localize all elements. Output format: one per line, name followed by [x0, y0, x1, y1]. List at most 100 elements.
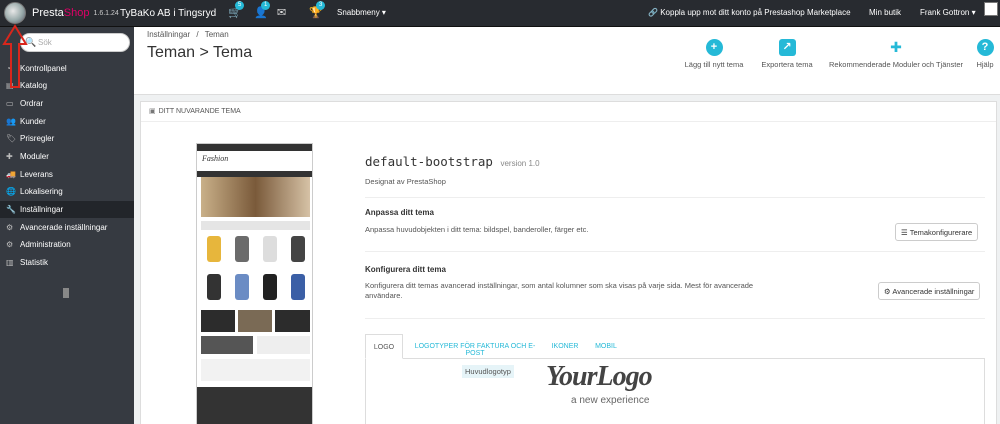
shipping-icon: 🚚: [6, 170, 16, 179]
orders-icon: ▭: [6, 99, 14, 108]
preview-banner: [275, 310, 310, 332]
messages-notification[interactable]: ✉: [277, 6, 286, 19]
breadcrumb-item-settings[interactable]: Inställningar: [147, 30, 190, 39]
wrench-icon: 🔧: [6, 205, 16, 214]
configure-title: Konfigurera ditt tema: [365, 265, 446, 274]
preview-product: [235, 274, 249, 300]
export-icon: ↗: [778, 39, 796, 56]
preview-product: [263, 236, 277, 262]
preview-topbar: [197, 144, 312, 151]
page-title: Teman > Tema: [147, 44, 253, 61]
tab-icons[interactable]: IKONER: [549, 334, 581, 359]
tab-invoice-email-logos[interactable]: LOGOTYPER FÖR FAKTURA OCH E-POST: [409, 334, 541, 359]
breadcrumb: Inställningar / Teman: [147, 30, 229, 39]
tab-logo[interactable]: LOGO: [365, 334, 403, 359]
add-theme-button[interactable]: + Lägg till nytt tema: [672, 39, 756, 69]
brand-name: PrestaShop: [32, 7, 90, 19]
preview-product: [291, 274, 305, 300]
trophy-notification[interactable]: 🏆 3: [309, 1, 326, 19]
theme-version: version 1.0: [500, 159, 540, 168]
plus-circle-icon: +: [705, 39, 723, 56]
panel-heading: ▣ DITT NUVARANDE TEMA: [141, 102, 996, 122]
customers-icon: 👥: [6, 117, 16, 126]
help-button[interactable]: ? Hjälp: [972, 39, 998, 69]
prestashop-logo-icon: [4, 2, 26, 24]
preview-banner: [257, 336, 310, 354]
breadcrumb-separator: /: [196, 30, 199, 39]
top-bar: PrestaShop 1.6.1.24 TyBaKo AB i Tingsryd…: [0, 0, 1000, 27]
sidebar-item-statistics[interactable]: ▥ Statistik: [0, 254, 134, 271]
localization-icon: 🌐: [6, 187, 16, 196]
sidebar-item-settings[interactable]: 🔧 Inställningar: [0, 201, 134, 218]
logo-tabs: LOGO LOGOTYPER FÖR FAKTURA OCH E-POST IK…: [365, 334, 985, 359]
preview-newsletter: [201, 359, 310, 381]
preview-logo: Fashion: [202, 154, 229, 163]
list-icon: ☰: [901, 228, 908, 237]
theme-configurator-button[interactable]: ☰ Temakonfigurerare: [895, 223, 979, 241]
quick-menu-dropdown[interactable]: Snabbmeny ▾: [337, 8, 386, 17]
breadcrumb-item-themes[interactable]: Teman: [205, 30, 229, 39]
cart-notification[interactable]: 🛒 5: [228, 1, 245, 19]
preview-product: [291, 236, 305, 262]
tab-content-logo: Huvudlogotyp YourLogo a new experience: [365, 359, 985, 424]
admin-icon: ⚙: [6, 240, 14, 249]
gears-icon: ⚙: [6, 223, 14, 232]
main-logo-label: Huvudlogotyp: [462, 365, 514, 378]
customers-badge: 1: [261, 1, 271, 10]
preview-banner: [201, 336, 253, 354]
user-menu[interactable]: Frank Gottron ▾: [920, 8, 976, 17]
theme-author: Designat av PrestaShop: [365, 177, 446, 186]
marketplace-link[interactable]: 🔗 Koppla upp mot ditt konto på Prestasho…: [648, 8, 851, 17]
divider: [365, 197, 985, 198]
theme-name: default-bootstrap version 1.0: [365, 154, 540, 169]
shop-name[interactable]: TyBaKo AB i Tingsryd: [120, 8, 216, 19]
shop-logo-image[interactable]: YourLogo: [546, 361, 653, 393]
preview-hero: [201, 177, 310, 217]
modules-icon: ✚: [6, 152, 13, 161]
version-label: 1.6.1.24: [93, 9, 119, 17]
search-placeholder: Sök: [38, 38, 52, 47]
preview-banner: [238, 310, 272, 332]
tab-mobile[interactable]: MOBIL: [591, 334, 621, 359]
customize-description: Anpassa huvudobjekten i ditt tema: bilds…: [365, 225, 589, 234]
sidebar-item-price-rules[interactable]: 🏷 Prisregler: [0, 130, 134, 147]
advanced-settings-button[interactable]: ⚙ Avancerade inställningar: [878, 282, 981, 300]
link-icon: 🔗: [648, 8, 658, 17]
gear-icon: ⚙: [884, 287, 891, 296]
sidebar-item-customers[interactable]: 👥 Kunder: [0, 113, 134, 130]
divider: [365, 251, 985, 252]
recommended-modules-button[interactable]: ✚ Rekommenderade Moduler och Tjänster: [822, 39, 970, 69]
theme-preview-image: Fashion: [196, 143, 313, 424]
annotation-arrow-icon: [2, 24, 28, 88]
preview-banner: [201, 310, 235, 332]
stats-icon: ▥: [6, 258, 14, 267]
current-theme-panel: ▣ DITT NUVARANDE TEMA Fashion default-boo…: [140, 101, 997, 424]
customize-title: Anpassa ditt tema: [365, 208, 434, 217]
export-theme-button[interactable]: ↗ Exportera tema: [756, 39, 818, 69]
envelope-icon: ✉: [277, 7, 287, 19]
divider: [365, 318, 985, 319]
sidebar-item-orders[interactable]: ▭ Ordrar: [0, 95, 134, 112]
configure-description: Konfigurera ditt temas avancerad inställ…: [365, 281, 754, 300]
sidebar-item-administration[interactable]: ⚙ Administration: [0, 236, 134, 253]
preview-product: [207, 236, 221, 262]
logo-tagline: a new experience: [571, 395, 650, 406]
avatar[interactable]: [984, 2, 998, 16]
customers-notification[interactable]: 👤 1: [254, 1, 271, 19]
theme-icon: ▣: [149, 108, 156, 115]
sidebar-item-modules[interactable]: ✚ Moduler: [0, 148, 134, 165]
page-header: Inställningar / Teman Teman > Tema + Läg…: [134, 27, 1000, 95]
orders-badge: 5: [235, 1, 245, 10]
search-input[interactable]: 🔍 Sök: [20, 33, 130, 52]
preview-product: [207, 274, 221, 300]
preview-product: [235, 236, 249, 262]
question-circle-icon: ?: [976, 39, 994, 56]
preview-product: [263, 274, 277, 300]
collapse-sidebar-icon[interactable]: [63, 288, 69, 298]
sidebar-item-localization[interactable]: 🌐 Lokalisering: [0, 183, 134, 200]
sidebar-item-shipping[interactable]: 🚚 Leverans: [0, 166, 134, 183]
my-shop-link[interactable]: Min butik: [869, 8, 901, 17]
sidebar-item-advanced-settings[interactable]: ⚙ Avancerade inställningar: [0, 219, 134, 236]
messages-badge: 3: [316, 1, 326, 10]
preview-tabs: [201, 221, 310, 230]
